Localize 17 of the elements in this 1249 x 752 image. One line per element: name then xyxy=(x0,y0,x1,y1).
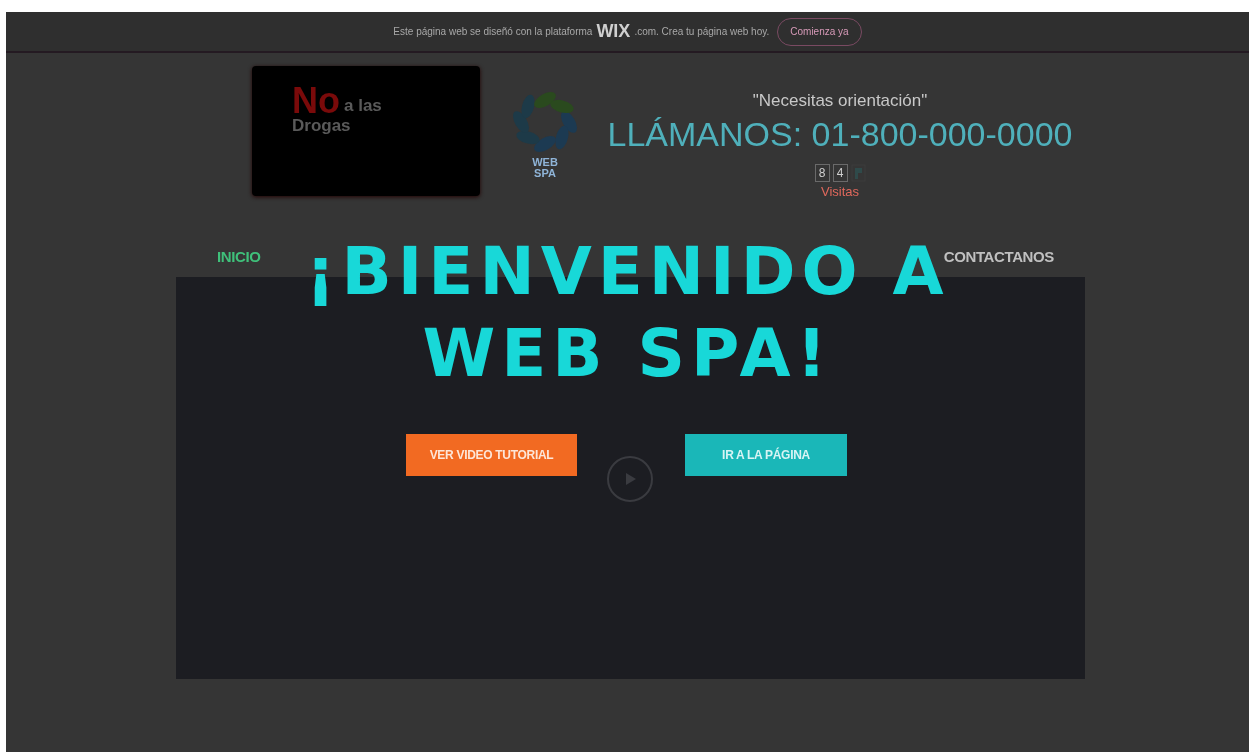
banner-text: .com. Crea tu página web hoy. xyxy=(634,25,770,39)
logo-text: SPA xyxy=(534,168,556,179)
nav-link[interactable]: CONTACTANOS xyxy=(943,245,1054,269)
play-icon[interactable] xyxy=(607,456,653,502)
badge-text: a las xyxy=(344,96,382,116)
counter-digit: 4 xyxy=(832,163,848,182)
logo-text: WEB xyxy=(532,157,558,168)
banner-text: Este página web se diseñó con la plataforma xyxy=(393,25,593,39)
counter-digit: 8 xyxy=(814,163,830,182)
badge-text: Drogas xyxy=(292,116,352,136)
badge-highlight: No xyxy=(292,86,340,116)
welcome-title: WEB SPA! xyxy=(422,314,833,394)
tagline: "Necesitas orientación" xyxy=(752,90,928,112)
visits-label: Visitas xyxy=(820,182,860,201)
wix-logo: WIX xyxy=(596,20,631,43)
phone-number: LLÁMANOS: 01-800-000-0000 xyxy=(607,113,1073,154)
nav-link[interactable]: INICIO xyxy=(217,245,261,269)
